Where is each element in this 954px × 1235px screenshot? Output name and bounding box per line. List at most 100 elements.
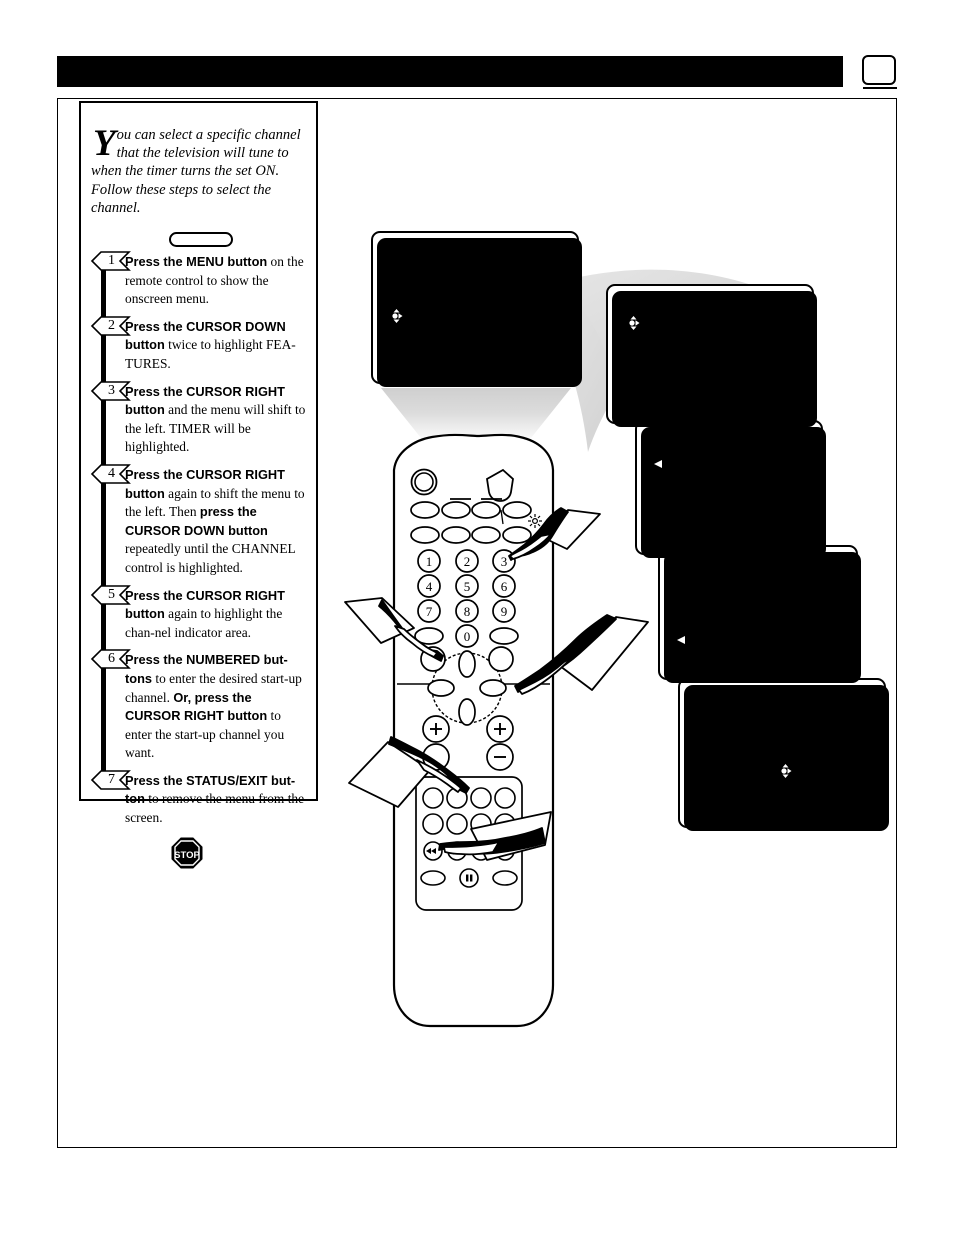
step-1: 1 Press the MENU button on the remote con… — [90, 251, 308, 320]
instruction-panel: You can select a specific channel that t… — [79, 101, 318, 869]
intro-text: ou can select a specific channel that th… — [91, 126, 301, 217]
menu-item[interactable] — [387, 293, 397, 299]
menu-item-bullet-icon — [651, 473, 657, 479]
menu-item[interactable] — [651, 473, 661, 479]
header-black-bar — [57, 56, 843, 87]
step-text: Press the MENU button on the remote cont… — [125, 253, 308, 309]
step-connector-line — [101, 391, 106, 468]
menu-item-bullet-icon — [694, 738, 700, 744]
menu-item[interactable] — [674, 667, 684, 673]
menu-item-bullet-icon — [694, 756, 700, 762]
step-text: Press the CURSOR DOWN button twice to hi… — [125, 318, 308, 374]
step-number: 2 — [108, 317, 115, 333]
menu-item[interactable] — [624, 316, 702, 335]
four-way-cursor-icon[interactable] — [747, 480, 760, 498]
arrow-up-icon[interactable] — [808, 752, 816, 758]
step-5: 5 Press the CURSOR RIGHT button again to … — [90, 584, 308, 654]
menu-item[interactable] — [694, 774, 710, 782]
step-4: 4 Press the CURSOR RIGHT button again to … — [90, 464, 308, 589]
menu-item-highlight-bar[interactable] — [674, 633, 750, 648]
menu-item[interactable] — [674, 650, 684, 656]
tv-screen-5 — [678, 678, 889, 831]
menu-item-bullet-icon — [674, 599, 680, 605]
left-cursor-icon — [677, 632, 686, 650]
menu-item-bullet-icon — [694, 810, 700, 816]
menu-item-highlight-bar[interactable] — [651, 457, 727, 472]
menu-item[interactable] — [674, 582, 684, 588]
step-connector-line — [101, 474, 106, 589]
menu-item[interactable] — [651, 537, 661, 543]
intro-paragraph: You can select a specific channel that t… — [91, 122, 308, 218]
menu-item[interactable] — [651, 505, 661, 511]
menu-item[interactable] — [694, 810, 704, 816]
menu-item-bullet-icon — [624, 372, 630, 378]
menu-item[interactable] — [624, 336, 634, 342]
menu-item-bullet-icon — [651, 489, 657, 495]
tv-screen-5-menu — [680, 680, 884, 826]
step-7: 7 Press the STATUS/EXIT but-ton to remove… — [90, 770, 308, 828]
tv-screen-4-menu — [660, 547, 856, 678]
four-way-cursor-icon — [390, 309, 403, 328]
menu-item-bullet-icon — [624, 336, 630, 342]
step-text: Press the CURSOR RIGHT button again to h… — [125, 587, 308, 643]
menu-item-bullet-icon — [674, 616, 680, 622]
menu-item-bullet-icon — [387, 275, 393, 281]
four-way-cursor-icon — [779, 764, 792, 783]
left-cursor-icon — [704, 774, 710, 782]
step-6: 6 Press the NUMBERED but-tons to enter th… — [90, 649, 308, 774]
arrow-up-icon[interactable] — [749, 448, 758, 454]
menu-item[interactable] — [651, 457, 727, 472]
menu-item[interactable] — [694, 792, 704, 798]
stop-sign-icon: STOP — [171, 837, 202, 869]
svg-text:STOP: STOP — [174, 850, 200, 861]
menu-item[interactable] — [651, 521, 661, 527]
menu-item[interactable] — [387, 275, 397, 281]
arrow-down-icon[interactable] — [772, 659, 781, 665]
step-number: 7 — [108, 771, 115, 787]
step-text: Press the CURSOR RIGHT button and the me… — [125, 383, 308, 457]
menu-item[interactable] — [387, 309, 465, 328]
menu-item[interactable] — [624, 372, 634, 378]
menu-item[interactable] — [694, 738, 704, 744]
tv-screen-4 — [658, 545, 861, 683]
tv-screen-3-menu — [637, 422, 821, 553]
menu-item[interactable] — [694, 720, 704, 726]
intro-dropcap: Y — [93, 122, 116, 164]
menu-item-highlight-bar[interactable] — [624, 316, 702, 335]
four-way-cursor-icon — [627, 316, 640, 335]
menu-item[interactable] — [624, 390, 634, 396]
step-number: 4 — [108, 465, 115, 481]
step-number: 6 — [108, 651, 115, 667]
page-number-box — [862, 55, 897, 89]
menu-item[interactable] — [674, 599, 684, 605]
left-cursor-icon — [654, 456, 663, 474]
menu-item[interactable] — [674, 633, 750, 648]
scroll-arrows[interactable] — [747, 448, 760, 530]
step-number: 3 — [108, 382, 115, 398]
tv-screen-1-menu — [373, 233, 577, 382]
menu-item-bullet-icon — [624, 390, 630, 396]
arrow-down-icon[interactable] — [808, 788, 816, 794]
arrow-up-icon[interactable] — [772, 625, 781, 631]
menu-item-bullet-icon — [694, 775, 700, 781]
menu-item-bullet-icon — [651, 537, 657, 543]
menu-item-highlight-bar[interactable] — [387, 309, 465, 328]
step-text: Press the CURSOR RIGHT button again to s… — [125, 466, 308, 578]
menu-item-bullet-icon — [674, 582, 680, 588]
scroll-arrows[interactable] — [770, 625, 783, 665]
channel-indicator-highlight[interactable] — [776, 764, 856, 783]
step-text-bold: Press the MENU button — [125, 254, 268, 270]
step-connector-line — [101, 660, 106, 774]
menu-item[interactable] — [651, 489, 661, 495]
arrow-down-icon[interactable] — [749, 524, 758, 530]
four-way-cursor-icon[interactable] — [770, 636, 783, 654]
menu-item-bullet-icon — [651, 521, 657, 527]
tv-screen-3 — [635, 420, 826, 558]
menu-item[interactable] — [674, 616, 684, 622]
menu-item[interactable] — [387, 329, 397, 335]
menu-item-bullet-icon — [694, 720, 700, 726]
menu-item[interactable] — [624, 354, 634, 360]
step-text: Press the NUMBERED but-tons to enter the… — [125, 651, 308, 763]
menu-item-bullet-icon — [387, 329, 393, 335]
menu-item[interactable] — [694, 756, 704, 762]
